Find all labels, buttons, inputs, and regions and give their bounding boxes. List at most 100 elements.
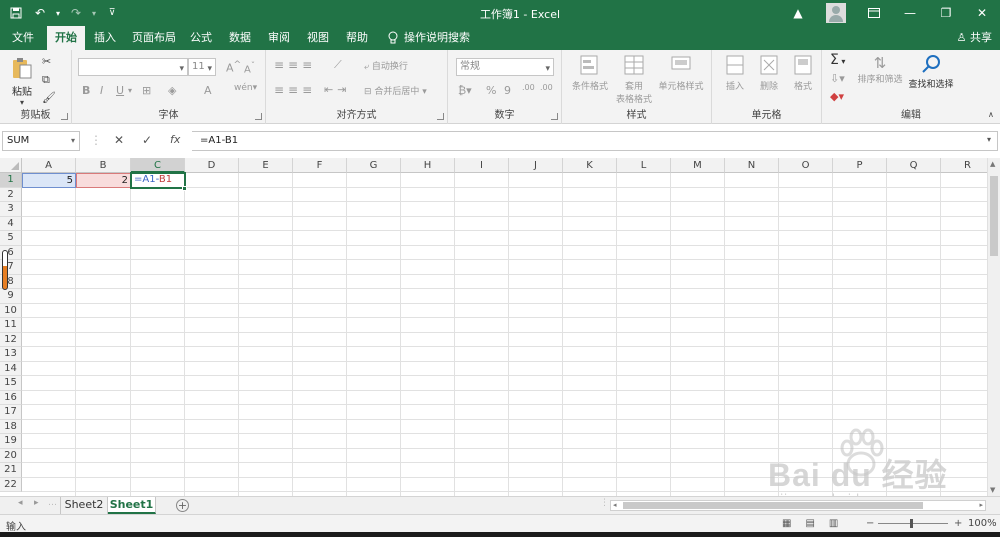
horizontal-align-icons[interactable]: ≡≡≡ xyxy=(274,83,316,97)
row-header-16[interactable]: 16 xyxy=(0,390,22,405)
horizontal-scroll-thumb[interactable] xyxy=(623,502,923,509)
format-painter-icon[interactable]: 🖌 xyxy=(42,91,56,104)
restore-icon[interactable]: ❐ xyxy=(928,0,964,26)
tab-file[interactable]: 文件 xyxy=(8,26,38,50)
lightbulb-icon[interactable] xyxy=(386,26,400,50)
fill-handle[interactable] xyxy=(182,186,187,191)
column-header-k[interactable]: K xyxy=(563,158,617,173)
tab-home[interactable]: 开始 xyxy=(47,26,85,50)
number-launcher-icon[interactable] xyxy=(551,113,558,120)
cell-styles-button[interactable]: 单元格样式 xyxy=(656,54,706,92)
fill-color-icon[interactable]: ◈ xyxy=(168,84,176,97)
row-header-12[interactable]: 12 xyxy=(0,332,22,347)
orientation-icon[interactable]: ⟋ xyxy=(334,58,342,72)
zoom-level[interactable]: 100% xyxy=(968,518,997,529)
row-header-15[interactable]: 15 xyxy=(0,376,22,391)
font-size-combo[interactable]: 11 ▾ xyxy=(188,58,216,76)
paste-button[interactable]: 粘贴 ▾ xyxy=(8,56,36,107)
close-icon[interactable]: ✕ xyxy=(964,0,1000,26)
grow-font-button[interactable]: A^ xyxy=(226,59,241,75)
row-header-22[interactable]: 22 xyxy=(0,477,22,492)
increase-decimal-button[interactable]: .00 xyxy=(522,83,535,92)
copy-icon[interactable]: ⧉ xyxy=(42,73,50,87)
sheet-tab-sheet1[interactable]: Sheet1 xyxy=(108,497,156,514)
column-header-l[interactable]: L xyxy=(617,158,671,173)
normal-view-icon[interactable]: ▦ xyxy=(782,518,791,529)
collapse-ribbon-icon[interactable]: ∧ xyxy=(988,110,994,119)
font-name-combo[interactable]: ▾ xyxy=(78,58,188,76)
tab-split-handle-icon[interactable]: ⋮ xyxy=(600,498,609,508)
expand-formula-bar-icon[interactable]: ▾ xyxy=(987,135,991,144)
number-format-combo[interactable]: 常规 ▾ xyxy=(456,58,554,76)
page-break-view-icon[interactable]: ▥ xyxy=(829,518,838,529)
cancel-icon[interactable]: ✕ xyxy=(114,133,124,147)
column-header-p[interactable]: P xyxy=(833,158,887,173)
horizontal-scrollbar[interactable]: ◂ ▸ xyxy=(610,500,986,511)
zoom-slider-knob[interactable] xyxy=(910,519,913,528)
tab-review[interactable]: 审阅 xyxy=(264,26,294,50)
format-as-table-button[interactable]: 套用 表格格式 xyxy=(614,54,654,105)
column-header-o[interactable]: O xyxy=(779,158,833,173)
column-header-m[interactable]: M xyxy=(671,158,725,173)
underline-dropdown-icon[interactable]: ▾ xyxy=(128,86,132,95)
minimize-icon[interactable]: — xyxy=(892,0,928,26)
row-header-17[interactable]: 17 xyxy=(0,405,22,420)
decrease-decimal-button[interactable]: .00 xyxy=(540,83,553,92)
column-header-i[interactable]: I xyxy=(455,158,509,173)
column-header-c[interactable]: C xyxy=(131,158,185,173)
underline-button[interactable]: U xyxy=(116,84,124,97)
find-select-button[interactable]: 查找和选择 xyxy=(906,54,956,90)
ribbon-display-options-icon[interactable] xyxy=(856,0,892,26)
tab-view[interactable]: 视图 xyxy=(303,26,333,50)
warning-icon[interactable]: ▲ xyxy=(780,0,816,26)
vertical-align-icons[interactable]: ≡≡≡ xyxy=(274,58,316,72)
column-header-d[interactable]: D xyxy=(185,158,239,173)
row-header-20[interactable]: 20 xyxy=(0,448,22,463)
name-box[interactable]: SUM ▾ xyxy=(2,131,80,151)
zoom-slider[interactable] xyxy=(878,523,948,524)
customize-qat-icon[interactable]: ⊽ xyxy=(102,3,122,23)
scroll-right-icon[interactable]: ▸ xyxy=(979,501,983,509)
row-header-19[interactable]: 19 xyxy=(0,434,22,449)
redo-dropdown-icon[interactable]: ▾ xyxy=(90,3,98,23)
row-header-4[interactable]: 4 xyxy=(0,216,22,231)
cell-b1[interactable]: 2 xyxy=(76,173,131,188)
tab-formulas[interactable]: 公式 xyxy=(186,26,216,50)
column-header-e[interactable]: E xyxy=(239,158,293,173)
conditional-formatting-button[interactable]: 条件格式 xyxy=(568,54,612,92)
wrap-text-button[interactable]: ⤶ 自动换行 xyxy=(364,59,408,72)
vertical-scroll-thumb[interactable] xyxy=(990,176,998,256)
save-icon[interactable] xyxy=(6,3,26,23)
row-header-2[interactable]: 2 xyxy=(0,187,22,202)
merge-center-button[interactable]: ⊟ 合并后居中 ▾ xyxy=(364,84,427,97)
cell-c1-active[interactable]: =A1-B1 xyxy=(130,172,186,189)
borders-icon[interactable]: ⊞ xyxy=(142,84,151,97)
autosum-button[interactable]: Σ ▾ xyxy=(830,52,845,68)
shrink-font-button[interactable]: Aˇ xyxy=(244,60,255,75)
enter-icon[interactable]: ✓ xyxy=(142,133,152,147)
scroll-up-icon[interactable]: ▲ xyxy=(990,160,995,168)
clear-icon[interactable]: ◆▾ xyxy=(830,90,844,103)
column-header-a[interactable]: A xyxy=(22,158,76,173)
delete-cells-button[interactable]: 删除 xyxy=(754,54,784,92)
row-header-3[interactable]: 3 xyxy=(0,202,22,217)
row-header-21[interactable]: 21 xyxy=(0,463,22,478)
row-header-14[interactable]: 14 xyxy=(0,361,22,376)
column-header-b[interactable]: B xyxy=(76,158,131,173)
cell-a1[interactable]: 5 xyxy=(22,173,76,188)
row-header-18[interactable]: 18 xyxy=(0,419,22,434)
percent-button[interactable]: % xyxy=(486,84,496,97)
accounting-icon[interactable]: ₿▾ xyxy=(458,84,472,97)
tab-help[interactable]: 帮助 xyxy=(342,26,372,50)
sort-filter-button[interactable]: ⇅ 排序和筛选 xyxy=(856,54,904,85)
share-button[interactable]: ♙ 共享 xyxy=(957,26,992,50)
tab-page-layout[interactable]: 页面布局 xyxy=(128,26,180,50)
format-cells-button[interactable]: 格式 xyxy=(788,54,818,92)
font-color-button[interactable]: A xyxy=(204,84,212,97)
zoom-out-icon[interactable]: − xyxy=(866,518,874,529)
scroll-down-icon[interactable]: ▼ xyxy=(990,486,995,494)
avatar[interactable] xyxy=(826,3,846,23)
row-header-9[interactable]: 9 xyxy=(0,289,22,304)
alignment-launcher-icon[interactable] xyxy=(437,113,444,120)
row-header-11[interactable]: 11 xyxy=(0,318,22,333)
